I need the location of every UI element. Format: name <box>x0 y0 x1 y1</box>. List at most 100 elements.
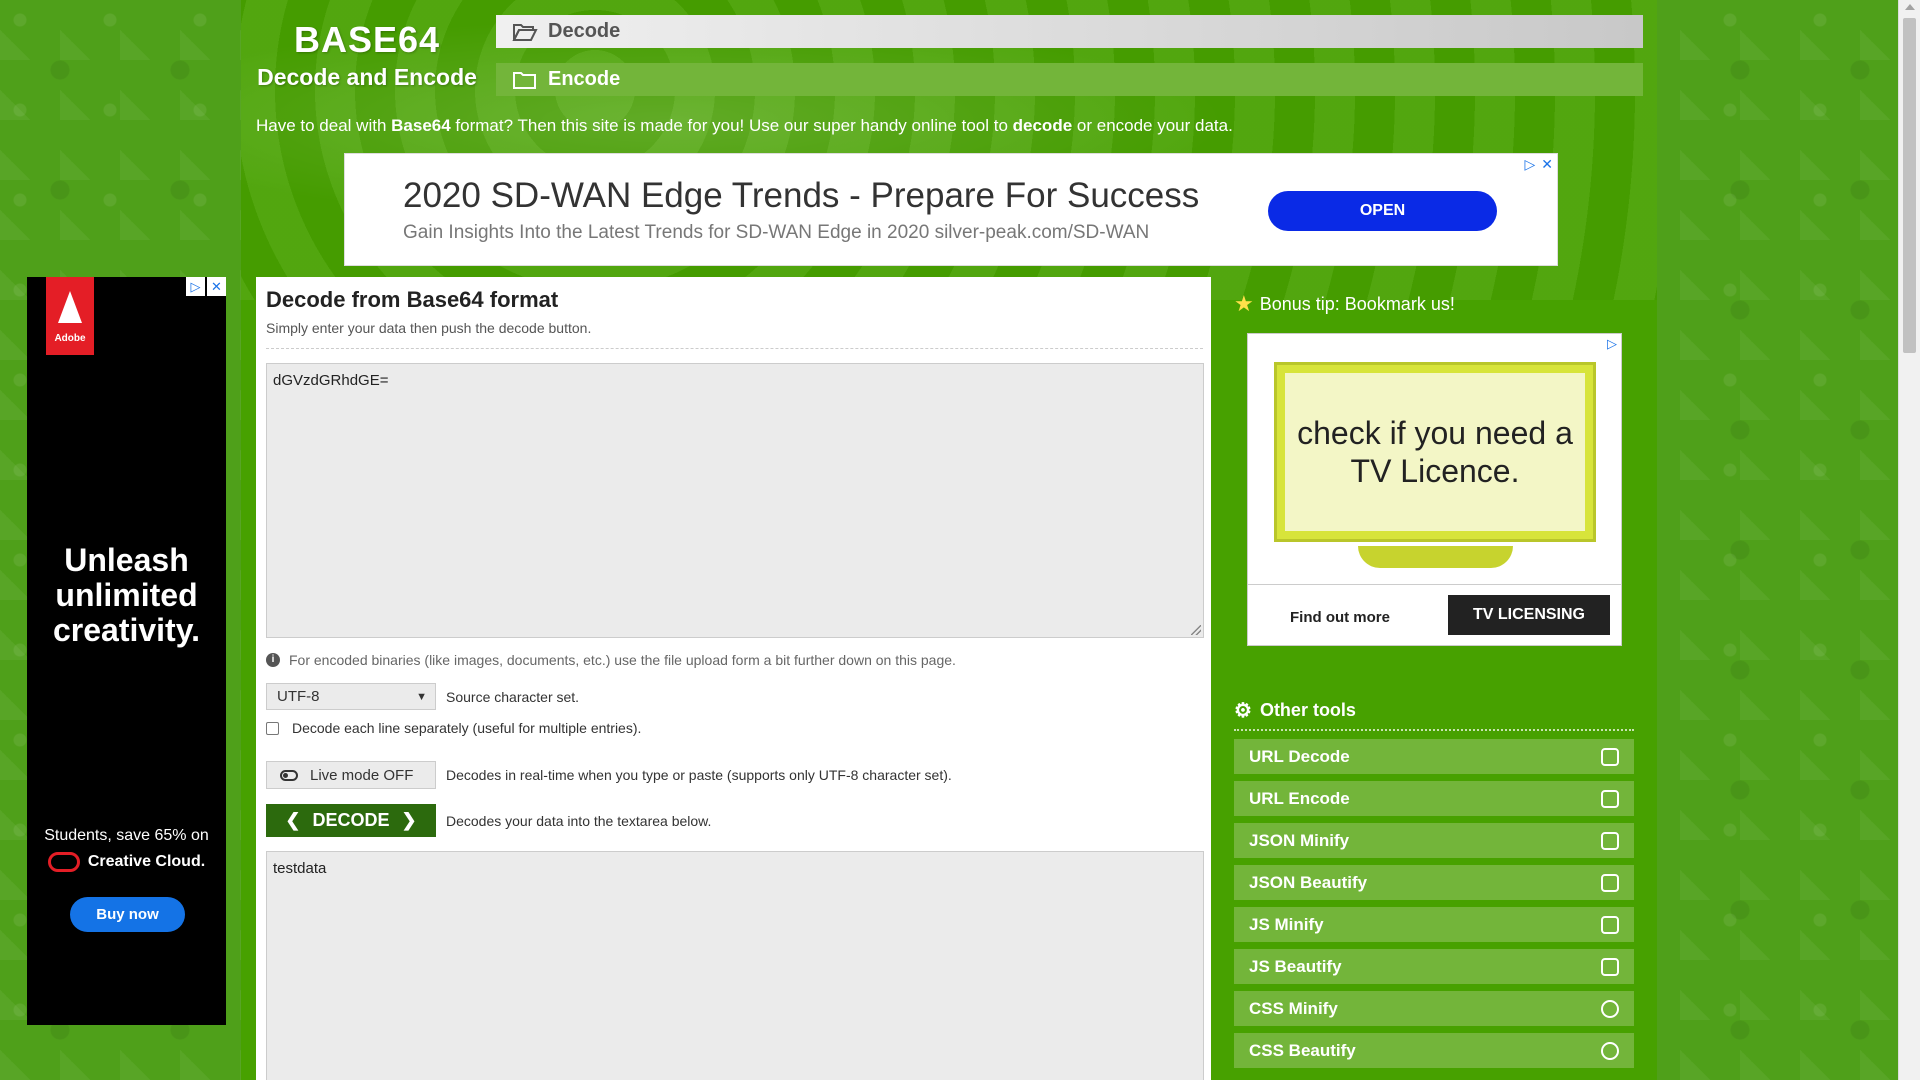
ad-open-button[interactable]: OPEN <box>1268 191 1497 231</box>
panel-lead: Simply enter your data then push the dec… <box>266 320 592 336</box>
each-line-checkbox[interactable] <box>266 721 279 735</box>
tool-url-decode[interactable]: URL Decode <box>1234 739 1634 774</box>
ad-headline[interactable]: 2020 SD-WAN Edge Trends - Prepare For Su… <box>403 176 1199 216</box>
ad-choices[interactable]: ▷ ✕ <box>1524 156 1553 173</box>
charset-label: Source character set. <box>446 688 580 705</box>
live-mode-label: Live mode OFF <box>310 766 414 784</box>
other-tools-title: Other tools <box>1259 700 1356 720</box>
live-mode-desc: Decodes in real-time when you type or pa… <box>446 767 952 783</box>
logo-subtitle: Decode and Encode <box>257 64 477 90</box>
adobe-logo[interactable]: Adobe <box>46 277 94 355</box>
folder-icon <box>513 71 536 89</box>
site-logo[interactable]: BASE64 Decode and Encode <box>257 18 477 92</box>
decode-row: ❮ DECODE ❯ Decodes your data into the te… <box>266 804 711 837</box>
each-line-label[interactable]: Decode each line separately (useful for … <box>292 720 641 736</box>
charset-value: UTF-8 <box>277 688 320 705</box>
nav-decode-label: Decode <box>548 20 621 42</box>
tool-label: JS Minify <box>1249 914 1324 934</box>
tv-illustration: check if you need a TV Licence. <box>1274 362 1596 542</box>
adchoices-icon[interactable]: ▷ <box>1524 156 1535 173</box>
decode-button[interactable]: ❮ DECODE ❯ <box>266 804 436 837</box>
binary-note: i For encoded binaries (like images, doc… <box>266 652 956 668</box>
live-mode-row: Live mode OFF Decodes in real-time when … <box>266 761 952 789</box>
tool-label: URL Encode <box>1249 788 1350 808</box>
nav-decode-tab[interactable]: Decode <box>496 15 1643 48</box>
nav-encode-tab[interactable]: Encode <box>496 63 1643 96</box>
scrollbar-thumb[interactable] <box>1903 18 1916 353</box>
other-tools-heading: ⚙ Other tools <box>1234 698 1356 723</box>
each-line-row: Decode each line separately (useful for … <box>266 720 641 736</box>
adchoices-icon[interactable]: ▷ <box>186 277 205 296</box>
charset-select[interactable]: UTF-8 ▼ <box>266 683 436 710</box>
toggle-off-icon <box>280 769 298 781</box>
tools-list: URL Decode URL Encode JSON Minify JSON B… <box>1234 739 1634 1075</box>
star-icon: ★ <box>1234 291 1254 316</box>
tool-json-minify[interactable]: JSON Minify <box>1234 823 1634 858</box>
creative-cloud-label: Creative Cloud. <box>27 852 226 872</box>
tool-css-minify[interactable]: CSS Minify <box>1234 991 1634 1026</box>
file-icon <box>1601 831 1619 850</box>
tool-label: CSS Beautify <box>1249 1040 1356 1060</box>
bonus-tip: ★ Bonus tip: Bookmark us! <box>1234 291 1455 317</box>
scroll-up-arrow-icon[interactable] <box>1905 4 1915 10</box>
chevron-left-icon: ❮ <box>285 810 301 830</box>
close-icon[interactable]: ✕ <box>207 277 226 296</box>
folder-open-icon <box>512 23 538 41</box>
sidebar-ad[interactable]: ▷ check if you need a TV Licence. Find o… <box>1247 333 1622 646</box>
smile-icon <box>1601 1041 1619 1060</box>
meh-icon <box>1601 999 1619 1018</box>
result-textarea[interactable]: testdata <box>266 851 1204 1080</box>
tv-licensing-logo[interactable]: TV LICENSING <box>1448 595 1610 635</box>
tool-label: CSS Minify <box>1249 998 1338 1018</box>
buy-now-button[interactable]: Buy now <box>70 897 185 932</box>
tool-label: JSON Beautify <box>1249 872 1368 892</box>
caret-down-icon: ▼ <box>416 690 427 703</box>
tool-url-encode[interactable]: URL Encode <box>1234 781 1634 816</box>
file-image-icon <box>1601 873 1619 892</box>
divider <box>1234 729 1634 731</box>
intro-text: Have to deal with Base64 format? Then th… <box>256 116 1233 135</box>
skyscraper-ad[interactable]: Adobe ▷ ✕ Unleash unlimited creativity. … <box>27 277 226 1025</box>
ad-tagline: Unleash unlimited creativity. <box>52 542 201 648</box>
vertical-scrollbar[interactable] <box>1898 0 1920 1080</box>
ad-offer: Students, save 65% on <box>44 827 209 844</box>
hand-icon <box>1601 915 1619 934</box>
sidebar-ad-footer[interactable]: Find out more TV LICENSING <box>1248 584 1621 645</box>
decode-desc: Decodes your data into the textarea belo… <box>446 812 712 829</box>
chevron-right-icon: ❯ <box>401 810 417 830</box>
tool-label: URL Decode <box>1249 746 1350 766</box>
charset-row: UTF-8 ▼ Source character set. <box>266 683 579 710</box>
envelope-icon <box>1601 789 1619 808</box>
gear-icon: ⚙ <box>1234 700 1252 722</box>
tool-js-minify[interactable]: JS Minify <box>1234 907 1634 942</box>
logo-title: BASE64 <box>293 19 441 60</box>
ad-subtext[interactable]: Gain Insights Into the Latest Trends for… <box>403 222 1149 244</box>
tool-json-beautify[interactable]: JSON Beautify <box>1234 865 1634 900</box>
nav-encode-label: Encode <box>548 68 621 90</box>
result-value: testdata <box>273 860 327 877</box>
resize-handle[interactable] <box>1191 625 1201 635</box>
divider <box>266 348 1203 349</box>
adchoices-icon[interactable]: ▷ <box>1607 336 1617 352</box>
hand-paper-icon <box>1601 957 1619 976</box>
decode-label: DECODE <box>312 810 390 830</box>
decode-panel: Decode from Base64 format Simply enter y… <box>256 277 1211 1080</box>
sidebar-ad-text: check if you need a TV Licence. <box>1285 373 1585 531</box>
tv-stand <box>1358 546 1513 568</box>
close-icon[interactable]: ✕ <box>1541 156 1553 173</box>
page-container: BASE64 Decode and Encode Decode Encode H… <box>241 0 1657 1080</box>
ad-choices[interactable]: ▷ ✕ <box>186 277 226 296</box>
source-textarea[interactable]: dGVzdGRhdGE= <box>266 363 1204 638</box>
panel-title: Decode from Base64 format <box>266 287 559 312</box>
tool-label: JSON Minify <box>1249 830 1350 850</box>
tool-css-beautify[interactable]: CSS Beautify <box>1234 1033 1634 1068</box>
binary-note-text: For encoded binaries (like images, docum… <box>289 652 956 668</box>
tool-label: JS Beautify <box>1249 956 1342 976</box>
live-mode-toggle[interactable]: Live mode OFF <box>266 761 436 789</box>
banner-ad[interactable]: 2020 SD-WAN Edge Trends - Prepare For Su… <box>344 153 1558 266</box>
envelope-open-icon <box>1601 747 1619 766</box>
find-out-more-link[interactable]: Find out more <box>1290 609 1390 626</box>
tool-js-beautify[interactable]: JS Beautify <box>1234 949 1634 984</box>
info-icon: i <box>266 653 280 667</box>
bonus-tip-text: Bonus tip: Bookmark us! <box>1259 293 1455 314</box>
